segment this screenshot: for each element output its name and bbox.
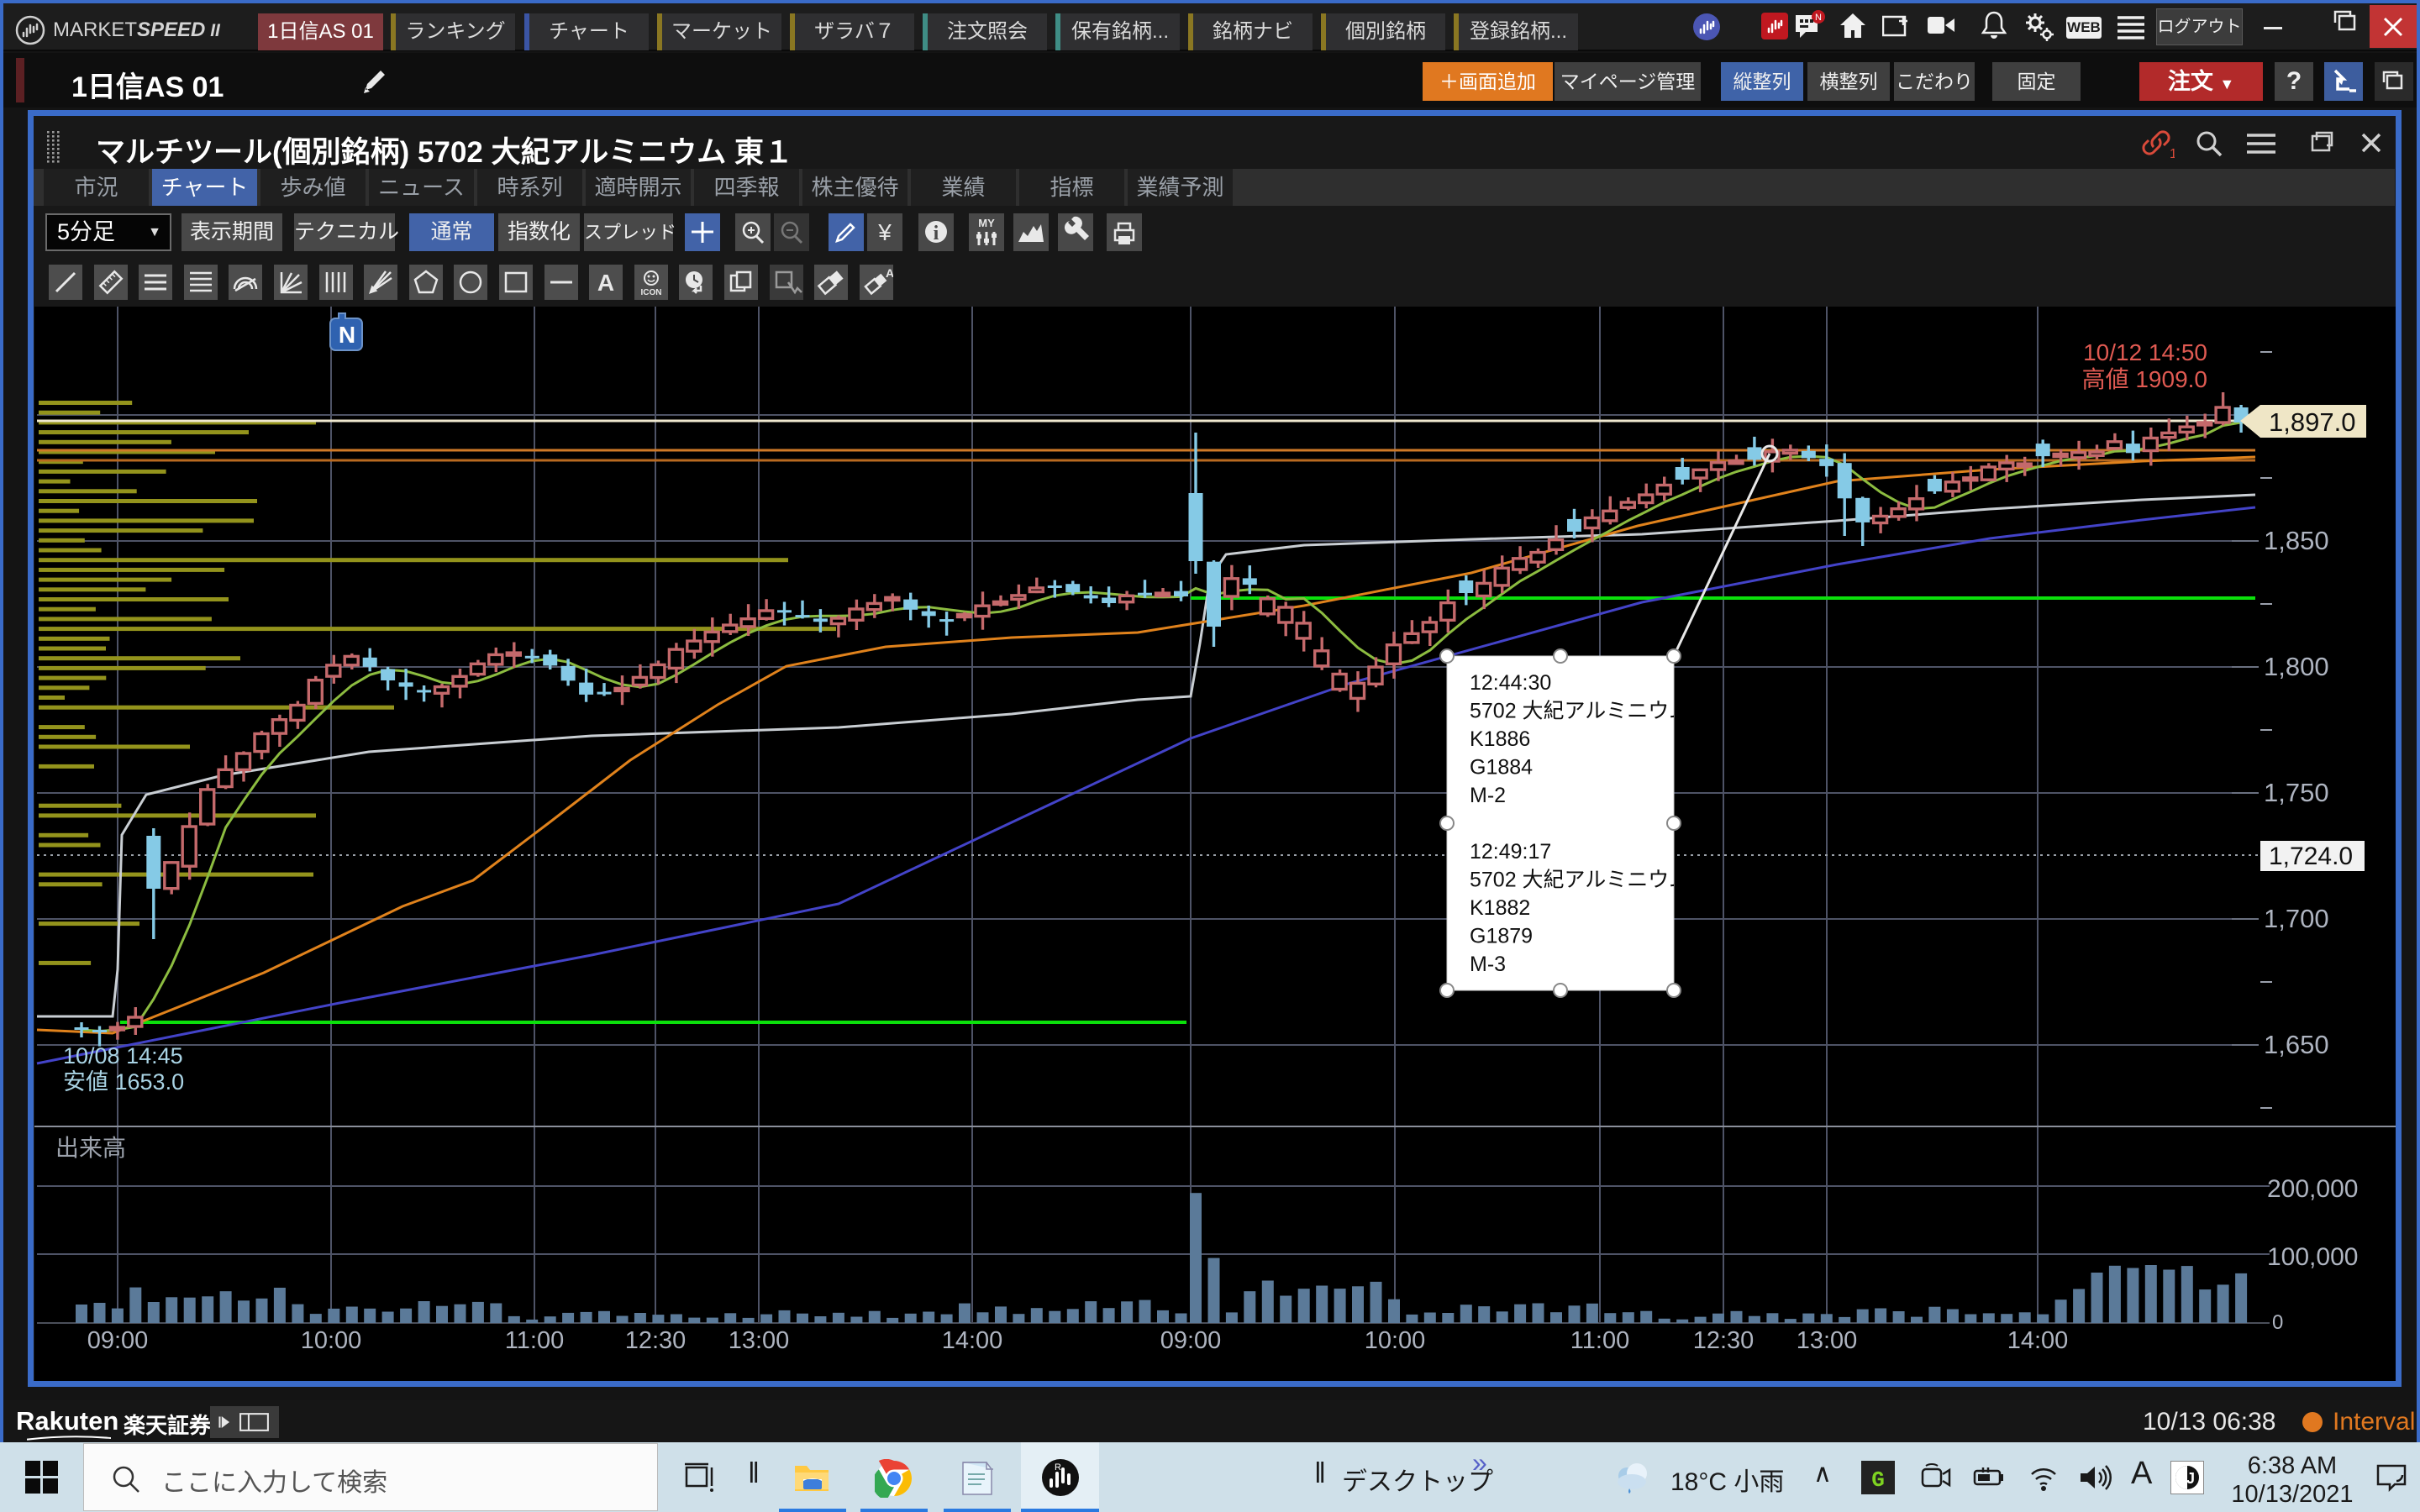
svg-text:出来高: 出来高 [55,1135,126,1161]
svg-text:K1882: K1882 [1470,896,1530,920]
svg-text:1,650: 1,650 [2264,1030,2329,1059]
svg-text:ICON: ICON [641,288,662,297]
svg-text:10:00: 10:00 [301,1327,362,1354]
svg-text:N: N [339,322,355,348]
svg-text:1,700: 1,700 [2264,904,2329,933]
svg-text:G1879: G1879 [1470,925,1533,948]
svg-text:i: i [934,223,939,244]
svg-text:12:30: 12:30 [625,1327,687,1354]
svg-text:13:00: 13:00 [1797,1327,1858,1354]
svg-text:10/08 14:45: 10/08 14:45 [63,1043,183,1068]
svg-text:14:00: 14:00 [2007,1327,2069,1354]
svg-text:09:00: 09:00 [1160,1327,1222,1354]
svg-text:K1886: K1886 [1470,727,1530,751]
svg-text:G: G [1871,1467,1885,1493]
svg-text:N: N [1815,13,1822,23]
svg-text:R: R [1055,1462,1061,1473]
svg-text:5702 大紀アルミニウム: 5702 大紀アルミニウム [1470,700,1690,723]
svg-text:200,000: 200,000 [2267,1175,2358,1203]
svg-text:12:49:17: 12:49:17 [1470,840,1551,864]
svg-text:12:44:30: 12:44:30 [1470,671,1551,695]
svg-text:13:00: 13:00 [729,1327,790,1354]
svg-text:10/12 14:50: 10/12 14:50 [2083,339,2207,365]
svg-text:A: A [597,270,614,296]
svg-text:1,750: 1,750 [2264,778,2329,807]
svg-text:14:00: 14:00 [942,1327,1003,1354]
svg-text:MY: MY [978,217,995,229]
svg-text:高値 1909.0: 高値 1909.0 [2082,366,2207,392]
svg-text:1,850: 1,850 [2264,526,2329,555]
svg-text:1,724.0: 1,724.0 [2269,843,2353,870]
svg-text:5702 大紀アルミニウム: 5702 大紀アルミニウム [1470,869,1690,892]
svg-text:M-2: M-2 [1470,784,1506,807]
svg-text:12:30: 12:30 [1693,1327,1754,1354]
svg-text:1: 1 [2170,147,2175,160]
svg-text:100,000: 100,000 [2267,1243,2358,1271]
svg-text:0: 0 [2272,1311,2283,1334]
svg-text:安値 1653.0: 安値 1653.0 [63,1069,184,1095]
svg-text:1,897.0: 1,897.0 [2269,407,2355,437]
svg-text:J: J [2186,1470,2195,1487]
svg-text:09:00: 09:00 [87,1327,149,1354]
svg-text:1,800: 1,800 [2264,652,2329,681]
svg-text:G1884: G1884 [1470,756,1533,780]
svg-text:A: A [886,266,893,280]
svg-text:11:00: 11:00 [505,1327,564,1354]
svg-text:M-3: M-3 [1470,953,1506,976]
svg-text:11:00: 11:00 [1570,1327,1629,1354]
svg-text:10:00: 10:00 [1365,1327,1426,1354]
